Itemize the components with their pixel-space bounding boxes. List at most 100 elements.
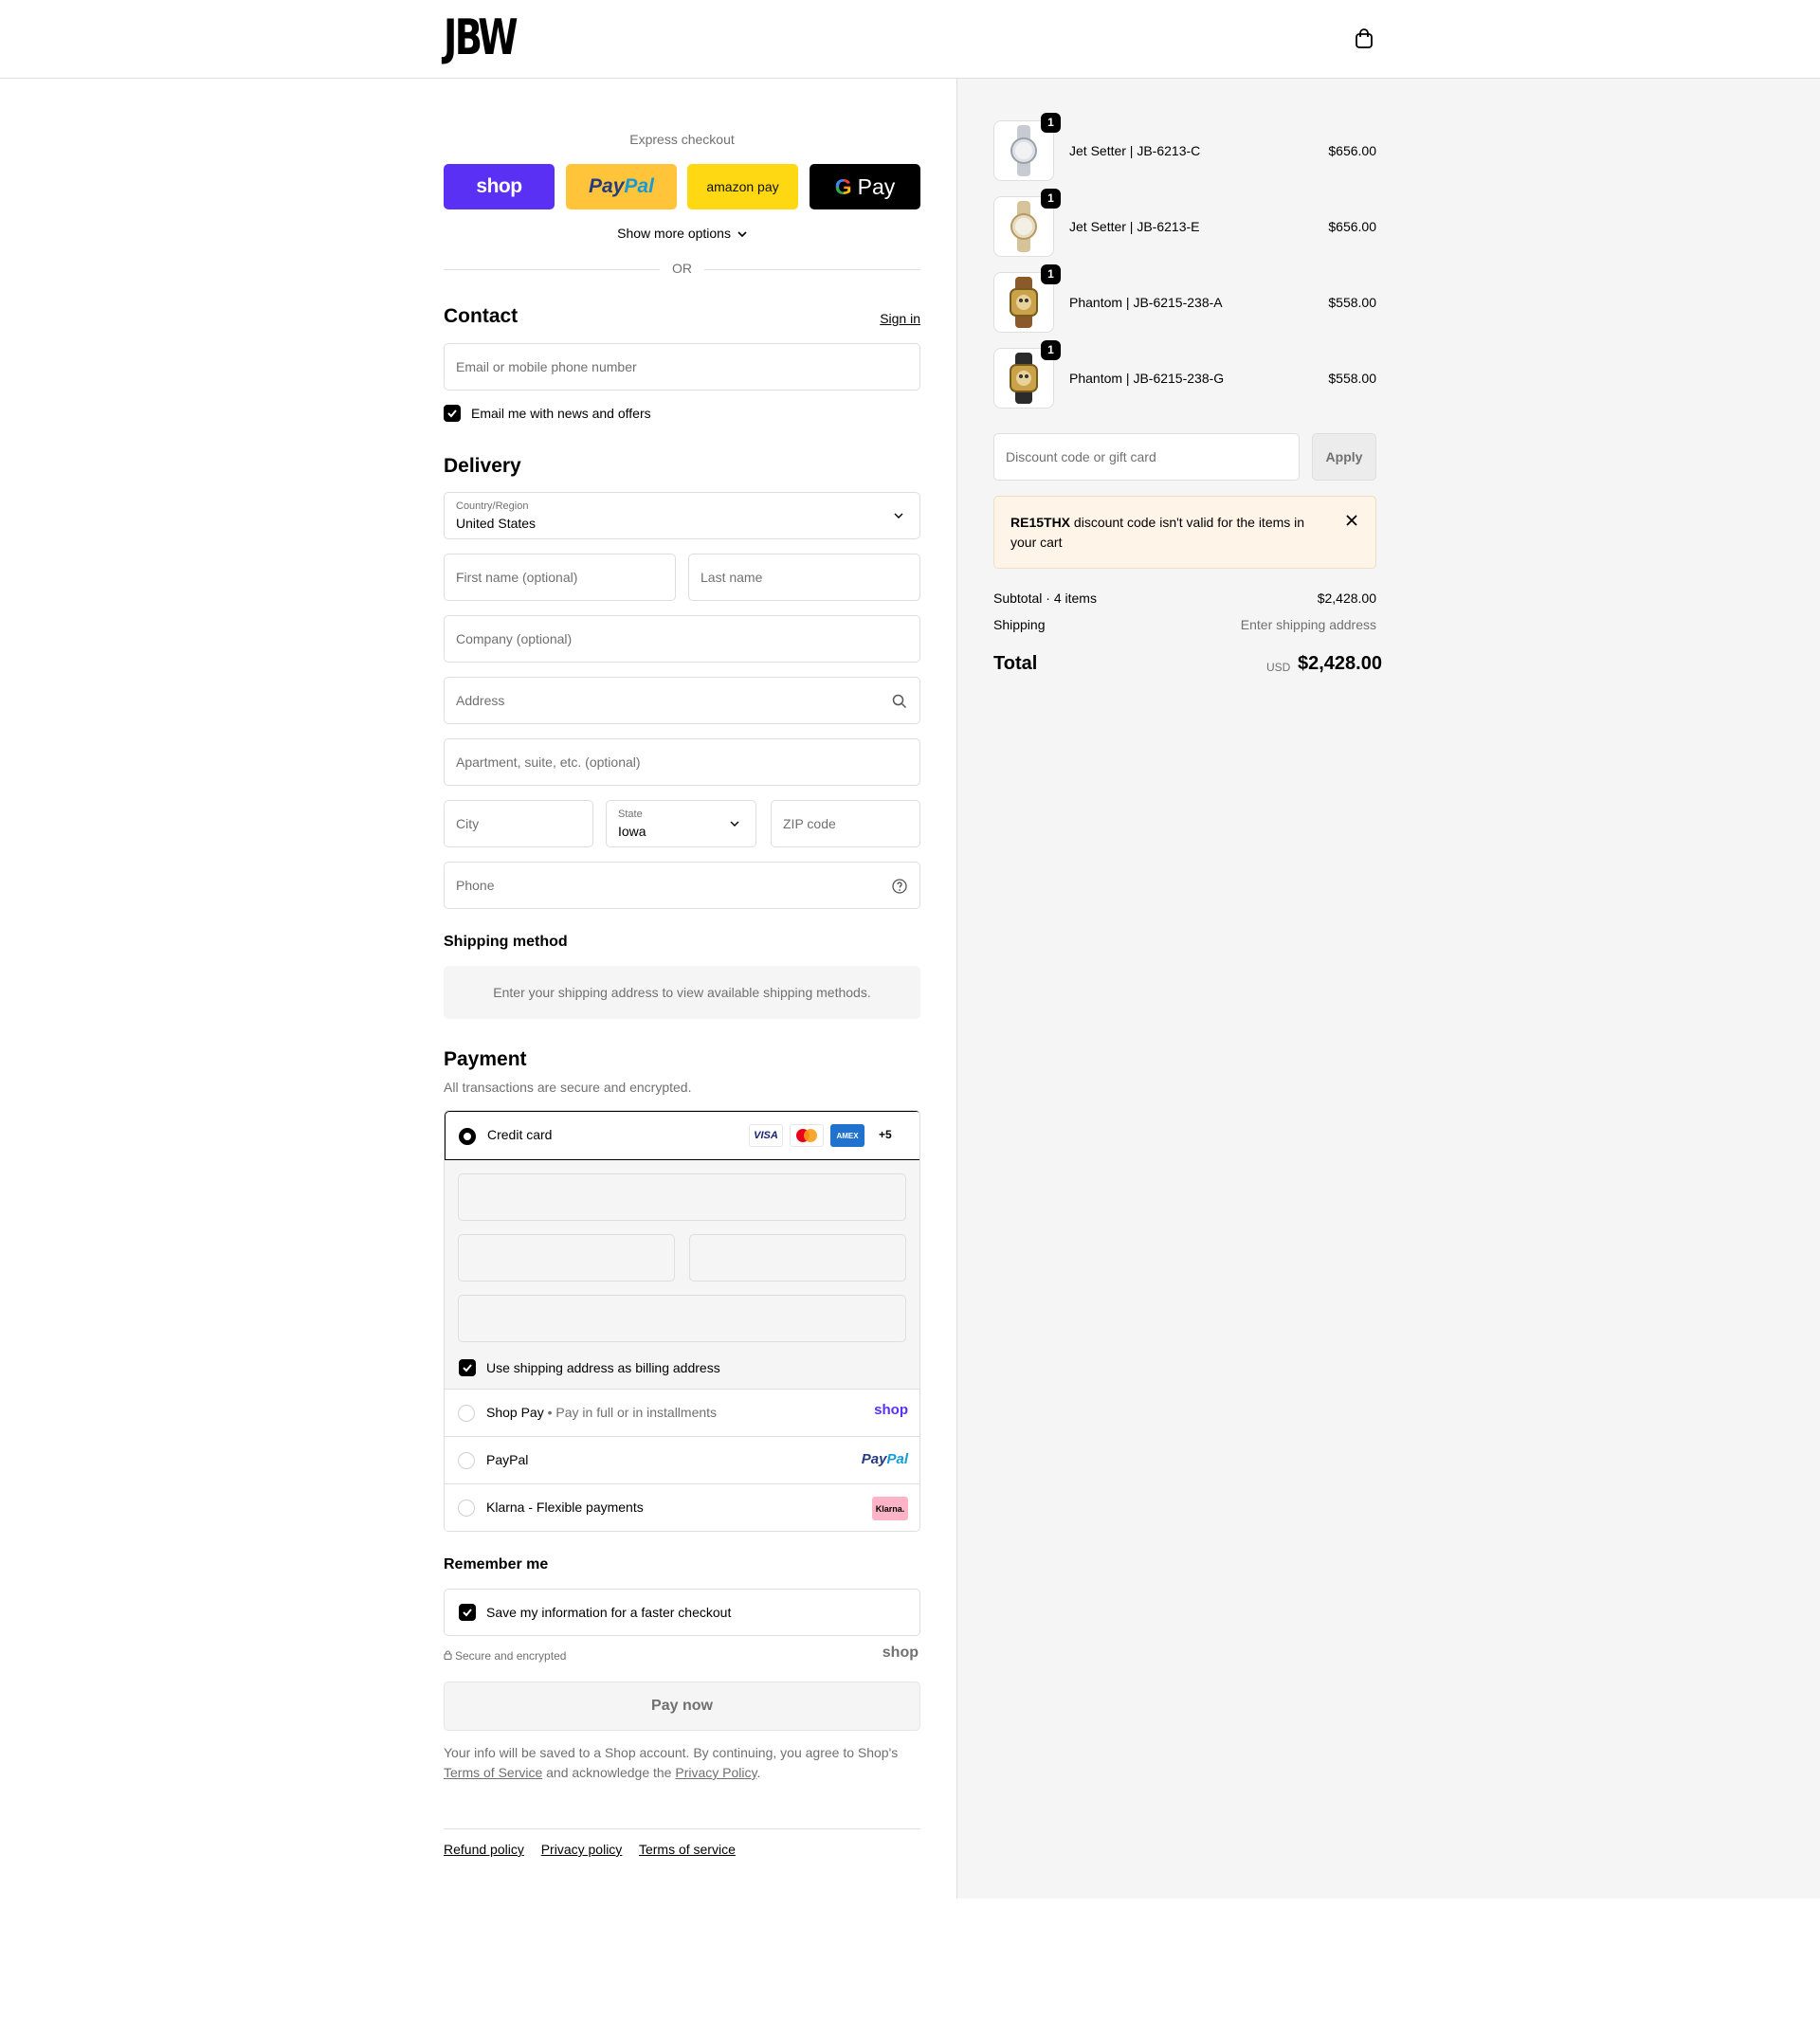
company-field[interactable]: Company (optional) xyxy=(444,615,920,663)
first-name-placeholder: First name (optional) xyxy=(456,570,578,585)
item-price: $656.00 xyxy=(1328,143,1376,158)
shop-pay-option-label: Shop Pay • Pay in full or in installment… xyxy=(486,1405,718,1420)
state-label: State xyxy=(618,809,643,820)
save-info-checkbox[interactable] xyxy=(459,1604,476,1621)
shop-pay-option[interactable]: Shop Pay • Pay in full or in installment… xyxy=(445,1390,919,1437)
quantity-badge: 1 xyxy=(1041,189,1061,209)
card-cvv-field[interactable] xyxy=(689,1234,906,1282)
cart-item: 1 Phantom | JB-6215-238-A $558.00 xyxy=(993,264,1376,333)
klarna-option[interactable]: Klarna - Flexible payments Klarna. xyxy=(445,1484,919,1531)
close-icon[interactable] xyxy=(1345,514,1358,527)
billing-same-checkbox[interactable] xyxy=(459,1359,476,1376)
card-number-field[interactable] xyxy=(458,1173,906,1221)
express-checkout-title: Express checkout xyxy=(629,132,735,147)
lock-icon xyxy=(444,1650,452,1661)
discount-error-message: RE15THX discount code isn't valid for th… xyxy=(1010,513,1314,553)
subtotal-row: Subtotal · 4 items $2,428.00 xyxy=(993,591,1376,606)
show-more-options-button[interactable]: Show more options xyxy=(444,226,920,241)
newsletter-label: Email me with news and offers xyxy=(471,406,651,421)
last-name-placeholder: Last name xyxy=(701,570,763,585)
state-value: Iowa xyxy=(618,824,646,839)
country-select[interactable]: Country/Region United States xyxy=(444,492,920,539)
secure-text: Secure and encrypted xyxy=(455,1649,567,1663)
zip-placeholder: ZIP code xyxy=(783,816,836,831)
phone-field[interactable]: Phone xyxy=(444,862,920,909)
terms-of-service-link[interactable]: Terms of service xyxy=(639,1842,736,1857)
payment-methods: Credit card VISA AMEX +5 Use shipping ad… xyxy=(444,1110,920,1532)
item-price: $558.00 xyxy=(1328,295,1376,310)
shop-pay-sub: Pay in full or in installments xyxy=(555,1405,718,1420)
footer-links: Refund policy Privacy policy Terms of se… xyxy=(444,1842,749,1857)
zip-field[interactable]: ZIP code xyxy=(771,800,920,847)
subtotal-label: Subtotal · 4 items xyxy=(993,591,1097,606)
subtotal-value: $2,428.00 xyxy=(1317,591,1376,606)
product-image: 1 xyxy=(993,340,1061,409)
paypal-option[interactable]: PayPal PayPal xyxy=(445,1437,919,1484)
shop-pay-express-button[interactable]: shop xyxy=(444,164,555,209)
shipping-method-info: Enter your shipping address to view avai… xyxy=(444,966,920,1019)
address-placeholder: Address xyxy=(456,693,505,708)
newsletter-checkbox[interactable] xyxy=(444,405,461,422)
cart-item: 1 Jet Setter | JB-6213-E $656.00 xyxy=(993,189,1376,257)
shop-pay-radio[interactable] xyxy=(458,1405,475,1422)
city-field[interactable]: City xyxy=(444,800,593,847)
chevron-down-icon xyxy=(894,513,903,518)
legal-text-b: and acknowledge the xyxy=(542,1765,676,1780)
first-name-field[interactable]: First name (optional) xyxy=(444,554,676,601)
shipping-row: Shipping Enter shipping address xyxy=(993,617,1376,632)
paypal-logo-pay: Pay xyxy=(589,175,625,197)
help-circle-icon[interactable] xyxy=(891,878,908,895)
product-image: 1 xyxy=(993,113,1061,181)
paypal-express-button[interactable]: Pay Pal xyxy=(566,164,677,209)
address-field[interactable]: Address xyxy=(444,677,920,724)
shop-terms-link[interactable]: Terms of Service xyxy=(444,1765,542,1780)
footer-divider xyxy=(444,1828,920,1829)
save-info-label: Save my information for a faster checkou… xyxy=(486,1605,732,1620)
email-placeholder: Email or mobile phone number xyxy=(456,359,637,374)
state-select[interactable]: State Iowa xyxy=(606,800,756,847)
store-logo[interactable]: JBW xyxy=(444,13,519,63)
quantity-badge: 1 xyxy=(1041,264,1061,284)
credit-card-radio[interactable] xyxy=(459,1128,476,1145)
paypal-radio[interactable] xyxy=(458,1452,475,1469)
legal-text: Your info will be saved to a Shop accoun… xyxy=(444,1743,920,1783)
credit-card-option[interactable]: Credit card VISA AMEX +5 xyxy=(445,1111,919,1160)
item-price: $656.00 xyxy=(1328,219,1376,234)
apply-discount-button[interactable]: Apply xyxy=(1312,433,1376,481)
shopping-bag-icon[interactable] xyxy=(1355,28,1374,49)
country-label: Country/Region xyxy=(456,500,529,512)
google-pay-label: Pay xyxy=(857,173,896,199)
privacy-policy-link[interactable]: Privacy policy xyxy=(541,1842,623,1857)
paypal-logo: PayPal xyxy=(862,1451,908,1467)
discount-error-alert: RE15THX discount code isn't valid for th… xyxy=(993,496,1376,569)
more-cards-badge: +5 xyxy=(879,1128,892,1141)
divider-line xyxy=(704,269,920,270)
apartment-field[interactable]: Apartment, suite, etc. (optional) xyxy=(444,738,920,786)
klarna-label: Klarna - Flexible payments xyxy=(486,1500,644,1515)
shop-pay-label: Shop Pay xyxy=(486,1405,544,1420)
item-name: Phantom | JB-6215-238-A xyxy=(1069,295,1223,310)
google-pay-express-button[interactable]: G Pay xyxy=(810,164,920,209)
shop-privacy-link[interactable]: Privacy Policy xyxy=(675,1765,756,1780)
pay-now-button[interactable]: Pay now xyxy=(444,1682,920,1731)
item-name: Jet Setter | JB-6213-C xyxy=(1069,143,1201,158)
sign-in-link[interactable]: Sign in xyxy=(880,311,920,326)
item-name: Phantom | JB-6215-238-G xyxy=(1069,371,1225,386)
klarna-radio[interactable] xyxy=(458,1500,475,1517)
city-placeholder: City xyxy=(456,816,480,831)
amazon-pay-logo: amazon pay xyxy=(706,179,779,194)
discount-code-field[interactable]: Discount code or gift card xyxy=(993,433,1300,481)
shop-pay-logo: shop xyxy=(874,1402,908,1418)
paypal-logo-pal: Pal xyxy=(886,1451,908,1467)
remember-me-box: Save my information for a faster checkou… xyxy=(444,1589,920,1636)
visa-icon: VISA xyxy=(749,1124,783,1147)
quantity-badge: 1 xyxy=(1041,340,1061,360)
card-name-field[interactable] xyxy=(458,1295,906,1342)
remember-me-title: Remember me xyxy=(444,1556,549,1572)
refund-policy-link[interactable]: Refund policy xyxy=(444,1842,524,1857)
card-expiry-field[interactable] xyxy=(458,1234,675,1282)
last-name-field[interactable]: Last name xyxy=(688,554,920,601)
mastercard-icon xyxy=(790,1124,824,1147)
amazon-pay-express-button[interactable]: amazon pay xyxy=(687,164,798,209)
email-field[interactable]: Email or mobile phone number xyxy=(444,343,920,391)
